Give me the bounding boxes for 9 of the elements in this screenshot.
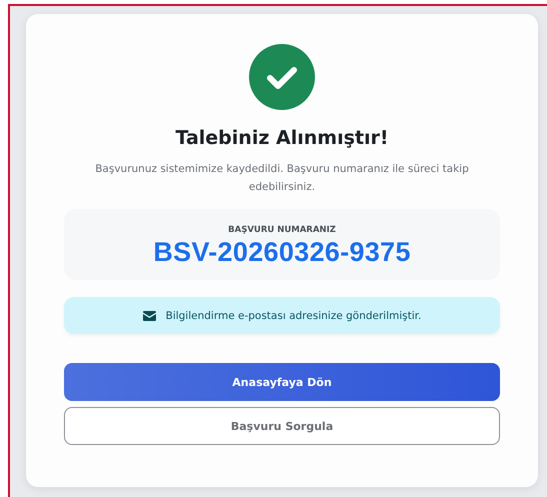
application-number: BSV-20260326-9375: [152, 237, 412, 268]
success-message: Başvurunuz sistemimize kaydedildi. Başvuru numaranız ile süreci takip edebilirsiniz.: [94, 162, 470, 195]
envelope-icon: [142, 310, 156, 320]
check-icon: [249, 44, 315, 110]
notice-text: Bilgilendirme e-postası adresinize gönderilmiştir.: [166, 310, 422, 322]
success-title: Talebiniz Alınmıştır!: [174, 126, 390, 150]
home-button[interactable]: Anasayfaya Dön: [64, 363, 500, 401]
application-number-label: BAŞVURU NUMARANIZ: [227, 225, 337, 235]
query-button[interactable]: Başvuru Sorgula: [64, 407, 500, 445]
